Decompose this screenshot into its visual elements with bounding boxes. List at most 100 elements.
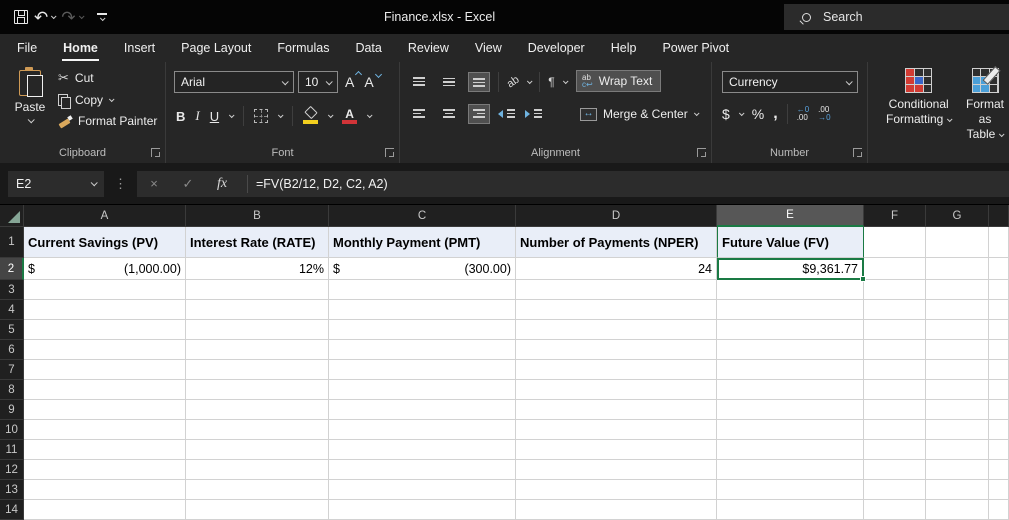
cell-B8[interactable] (186, 380, 329, 400)
customize-quick-access-toolbar-button[interactable] (97, 13, 107, 21)
chevron-down-icon[interactable] (109, 96, 115, 102)
row-header-6[interactable]: 6 (0, 340, 24, 360)
cell-G6[interactable] (926, 340, 989, 360)
cell-partial-13[interactable] (989, 480, 1009, 500)
select-all-button[interactable] (0, 205, 24, 227)
orientation-button[interactable]: ab (505, 74, 522, 91)
increase-decimal-button[interactable]: ←0.00 (797, 106, 809, 122)
cell-C5[interactable] (329, 320, 516, 340)
clipboard-dialog-launcher-icon[interactable] (151, 148, 160, 157)
cell-partial-1[interactable] (989, 227, 1009, 258)
cell-C13[interactable] (329, 480, 516, 500)
cell-E10[interactable] (717, 420, 864, 440)
cell-F14[interactable] (864, 500, 926, 520)
row-header-13[interactable]: 13 (0, 480, 24, 500)
chevron-down-icon[interactable] (694, 110, 700, 116)
cell-A14[interactable] (24, 500, 186, 520)
fill-color-button[interactable] (303, 108, 318, 124)
font-dialog-launcher-icon[interactable] (385, 148, 394, 157)
chevron-down-icon[interactable] (278, 112, 284, 118)
chevron-down-icon[interactable] (527, 78, 533, 84)
enter-button[interactable]: ✓ (171, 176, 205, 192)
wrap-text-button[interactable]: abc↩ Wrap Text (576, 70, 661, 92)
row-header-11[interactable]: 11 (0, 440, 24, 460)
cell-B14[interactable] (186, 500, 329, 520)
cell-D9[interactable] (516, 400, 717, 420)
cell-C2[interactable]: $(300.00) (329, 258, 516, 280)
cell-D11[interactable] (516, 440, 717, 460)
cell-B10[interactable] (186, 420, 329, 440)
cell-F4[interactable] (864, 300, 926, 320)
cell-G2[interactable] (926, 258, 989, 280)
cell-E7[interactable] (717, 360, 864, 380)
cell-partial-5[interactable] (989, 320, 1009, 340)
tab-data[interactable]: Data (342, 34, 394, 62)
cell-F12[interactable] (864, 460, 926, 480)
row-header-5[interactable]: 5 (0, 320, 24, 340)
cell-B12[interactable] (186, 460, 329, 480)
formula-input[interactable]: =FV(B2/12, D2, C2, A2) (256, 177, 388, 191)
row-header-9[interactable]: 9 (0, 400, 24, 420)
column-header-E[interactable]: E (717, 205, 864, 227)
middle-align-button[interactable] (438, 72, 460, 92)
cell-partial-6[interactable] (989, 340, 1009, 360)
tab-view[interactable]: View (462, 34, 515, 62)
formula-bar-handle-icon[interactable]: ⋮ (104, 176, 137, 192)
tab-file[interactable]: File (4, 34, 50, 62)
cell-G10[interactable] (926, 420, 989, 440)
cell-E13[interactable] (717, 480, 864, 500)
top-align-button[interactable] (408, 72, 430, 92)
format-as-table-button[interactable]: Format as Table (961, 68, 1009, 142)
cell-A11[interactable] (24, 440, 186, 460)
cell-C14[interactable] (329, 500, 516, 520)
font-size-select[interactable]: 10 (298, 71, 338, 93)
chevron-down-icon[interactable] (27, 116, 34, 123)
borders-button[interactable] (254, 109, 268, 123)
cell-G9[interactable] (926, 400, 989, 420)
row-header-12[interactable]: 12 (0, 460, 24, 480)
cell-F1[interactable] (864, 227, 926, 258)
cell-C11[interactable] (329, 440, 516, 460)
cell-A12[interactable] (24, 460, 186, 480)
cell-A8[interactable] (24, 380, 186, 400)
cell-partial-4[interactable] (989, 300, 1009, 320)
cell-B13[interactable] (186, 480, 329, 500)
cell-G1[interactable] (926, 227, 989, 258)
cell-C1[interactable]: Monthly Payment (PMT) (329, 227, 516, 258)
cell-F10[interactable] (864, 420, 926, 440)
cell-E14[interactable] (717, 500, 864, 520)
cell-D5[interactable] (516, 320, 717, 340)
cell-D3[interactable] (516, 280, 717, 300)
cell-B7[interactable] (186, 360, 329, 380)
cell-C6[interactable] (329, 340, 516, 360)
chevron-down-icon[interactable] (367, 112, 373, 118)
increase-indent-button[interactable] (525, 107, 544, 121)
cell-A9[interactable] (24, 400, 186, 420)
cell-partial-14[interactable] (989, 500, 1009, 520)
cell-E12[interactable] (717, 460, 864, 480)
cell-partial-10[interactable] (989, 420, 1009, 440)
cell-E3[interactable] (717, 280, 864, 300)
cell-F7[interactable] (864, 360, 926, 380)
row-header-7[interactable]: 7 (0, 360, 24, 380)
cell-E1[interactable]: Future Value (FV) (717, 227, 864, 258)
cell-A7[interactable] (24, 360, 186, 380)
chevron-down-icon[interactable] (563, 78, 569, 84)
tab-page-layout[interactable]: Page Layout (168, 34, 264, 62)
cell-E8[interactable] (717, 380, 864, 400)
cell-G7[interactable] (926, 360, 989, 380)
cell-D1[interactable]: Number of Payments (NPER) (516, 227, 717, 258)
cell-C10[interactable] (329, 420, 516, 440)
cell-A4[interactable] (24, 300, 186, 320)
column-header-B[interactable]: B (186, 205, 329, 227)
merge-center-button[interactable]: ↔ Merge & Center (576, 104, 702, 124)
column-header-F[interactable]: F (864, 205, 926, 227)
percent-style-button[interactable]: % (752, 106, 764, 122)
column-header-A[interactable]: A (24, 205, 186, 227)
save-button[interactable] (14, 10, 28, 24)
cell-A1[interactable]: Current Savings (PV) (24, 227, 186, 258)
cell-D14[interactable] (516, 500, 717, 520)
cell-D13[interactable] (516, 480, 717, 500)
cell-partial-3[interactable] (989, 280, 1009, 300)
cell-F3[interactable] (864, 280, 926, 300)
